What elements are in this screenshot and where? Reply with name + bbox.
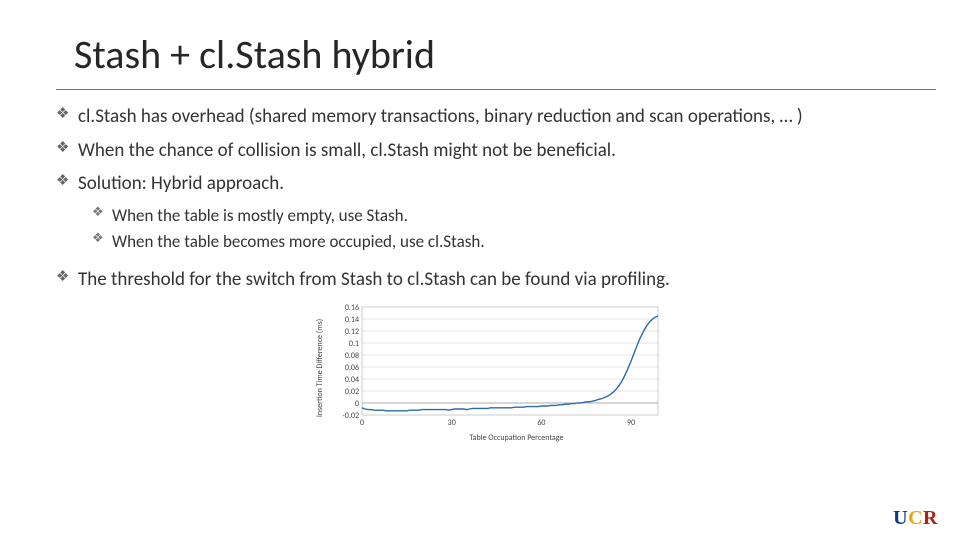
svg-text:60: 60 (537, 418, 545, 428)
chart-x-axis-label: Table Occupation Percentage (469, 433, 563, 443)
logo-letter: R (923, 507, 938, 529)
svg-text:0.04: 0.04 (345, 375, 359, 385)
logo-letter: C (908, 507, 923, 529)
svg-text:0.14: 0.14 (345, 315, 359, 325)
svg-text:0: 0 (355, 399, 359, 409)
ucr-logo: UCR (893, 507, 938, 530)
bullet-item: Solution: Hybrid approach. (56, 167, 936, 201)
svg-text:0: 0 (360, 418, 364, 428)
bullet-item: cl.Stash has overhead (shared memory tra… (56, 100, 936, 134)
bullet-list-continued: The threshold for the switch from Stash … (56, 263, 936, 297)
svg-text:0.06: 0.06 (345, 363, 359, 373)
chart-y-axis-label: Insertion Time Difference (ms) (315, 319, 325, 417)
sub-bullet-list: When the table is mostly empty, use Stas… (92, 203, 936, 255)
bullet-item: The threshold for the switch from Stash … (56, 263, 936, 297)
svg-text:90: 90 (627, 418, 635, 428)
svg-text:30: 30 (448, 418, 456, 428)
svg-text:0.16: 0.16 (345, 303, 359, 313)
bullet-list: cl.Stash has overhead (shared memory tra… (56, 100, 936, 201)
chart-svg: -0.0200.020.040.060.080.10.120.140.16030… (326, 303, 666, 433)
logo-letter: U (893, 507, 908, 529)
sub-bullet-item: When the table becomes more occupied, us… (92, 229, 936, 255)
bullet-item: When the chance of collision is small, c… (56, 134, 936, 168)
svg-text:0.02: 0.02 (345, 387, 359, 397)
svg-text:0.08: 0.08 (345, 351, 359, 361)
svg-text:0.12: 0.12 (345, 327, 359, 337)
svg-text:-0.02: -0.02 (342, 411, 359, 421)
sub-bullet-item: When the table is mostly empty, use Stas… (92, 203, 936, 229)
line-chart: Insertion Time Difference (ms) Table Occ… (326, 303, 666, 433)
svg-text:0.1: 0.1 (349, 339, 359, 349)
slide-title: Stash + cl.Stash hybrid (56, 24, 936, 90)
